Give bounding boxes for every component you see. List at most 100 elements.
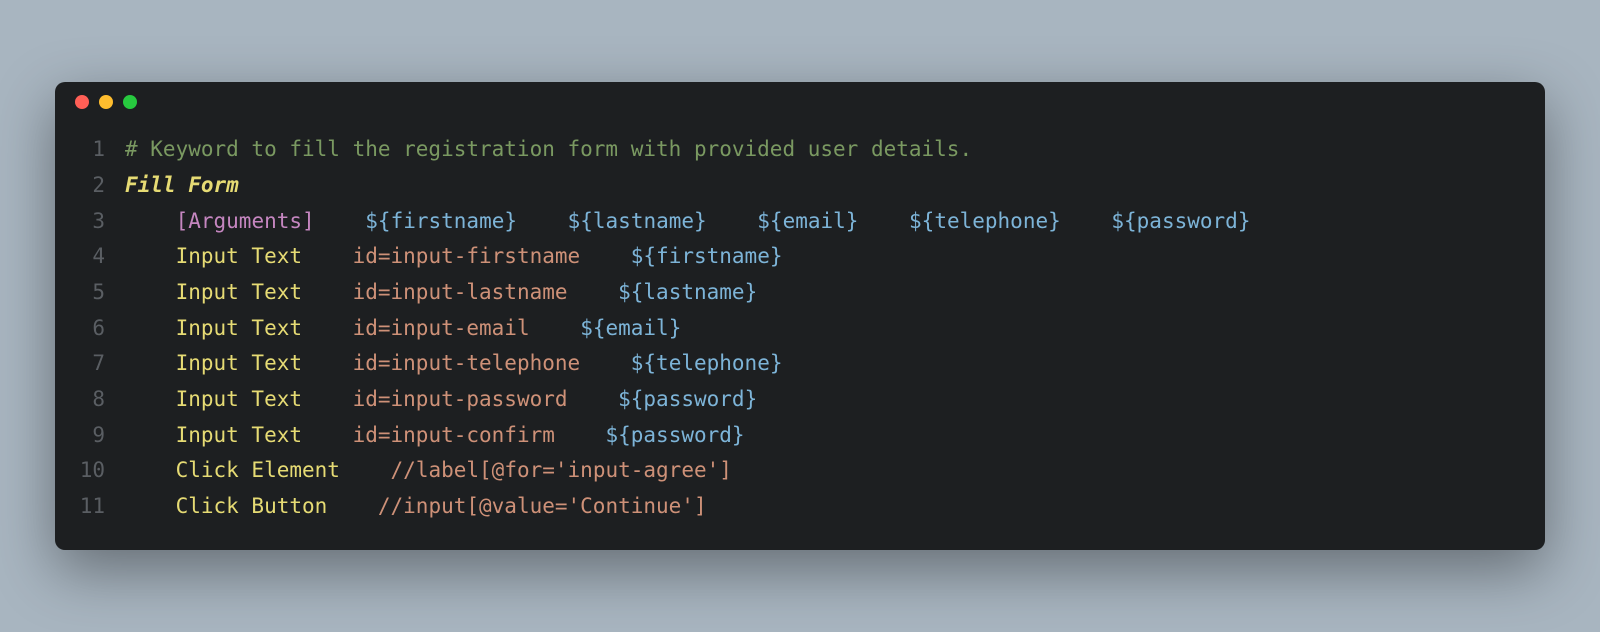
line-content: Input Text id=input-password ${password}: [125, 382, 1525, 418]
code-token: ${: [618, 280, 643, 304]
code-token: [: [176, 209, 189, 233]
code-window: 1# Keyword to fill the registration form…: [55, 82, 1545, 550]
line-content: [Arguments] ${firstname} ${lastname} ${e…: [125, 204, 1525, 240]
code-token: password: [643, 387, 744, 411]
minimize-icon[interactable]: [99, 95, 113, 109]
code-token: ${: [909, 209, 934, 233]
code-token: }: [504, 209, 517, 233]
close-icon[interactable]: [75, 95, 89, 109]
code-token: Input Text: [176, 351, 302, 375]
code-line: 3 [Arguments] ${firstname} ${lastname} $…: [75, 204, 1525, 240]
line-content: # Keyword to fill the registration form …: [125, 132, 1525, 168]
line-number: 1: [75, 132, 125, 168]
code-token: }: [745, 387, 758, 411]
maximize-icon[interactable]: [123, 95, 137, 109]
code-token: ${: [605, 423, 630, 447]
code-token: //label[@for='input-agree']: [391, 458, 732, 482]
code-token: telephone: [934, 209, 1048, 233]
code-token: Click Button: [176, 494, 328, 518]
window-title-bar: [55, 82, 1545, 122]
code-token: [125, 387, 176, 411]
code-token: [580, 351, 631, 375]
code-token: ${: [757, 209, 782, 233]
code-token: ${: [618, 387, 643, 411]
line-number: 3: [75, 204, 125, 240]
code-token: [125, 316, 176, 340]
code-token: Input Text: [176, 423, 302, 447]
code-token: [340, 458, 391, 482]
line-number: 2: [75, 168, 125, 204]
code-token: }: [770, 351, 783, 375]
line-content: Click Element //label[@for='input-agree'…: [125, 453, 1525, 489]
code-line: 8 Input Text id=input-password ${passwor…: [75, 382, 1525, 418]
code-token: }: [770, 244, 783, 268]
code-token: [707, 209, 758, 233]
line-content: Input Text id=input-firstname ${firstnam…: [125, 239, 1525, 275]
code-line: 4 Input Text id=input-firstname ${firstn…: [75, 239, 1525, 275]
code-token: [555, 423, 606, 447]
code-token: }: [846, 209, 859, 233]
code-token: id=input-telephone: [353, 351, 581, 375]
code-token: id=input-firstname: [353, 244, 581, 268]
code-line: 9 Input Text id=input-confirm ${password…: [75, 418, 1525, 454]
code-editor[interactable]: 1# Keyword to fill the registration form…: [55, 122, 1545, 550]
code-token: Input Text: [176, 280, 302, 304]
line-content: Input Text id=input-lastname ${lastname}: [125, 275, 1525, 311]
line-number: 5: [75, 275, 125, 311]
code-token: id=input-confirm: [353, 423, 555, 447]
code-token: [125, 423, 176, 447]
code-token: //input[@value='Continue']: [378, 494, 707, 518]
code-token: Fill Form: [125, 173, 239, 197]
code-token: ${: [365, 209, 390, 233]
code-token: [302, 423, 353, 447]
code-token: ${: [580, 316, 605, 340]
line-number: 8: [75, 382, 125, 418]
line-content: Input Text id=input-confirm ${password}: [125, 418, 1525, 454]
code-token: }: [732, 423, 745, 447]
code-token: [125, 209, 176, 233]
code-token: [568, 387, 619, 411]
code-token: Input Text: [176, 316, 302, 340]
code-token: [568, 280, 619, 304]
line-number: 6: [75, 311, 125, 347]
code-token: ${: [631, 351, 656, 375]
code-token: [302, 351, 353, 375]
code-token: [125, 351, 176, 375]
code-token: # Keyword to fill the registration form …: [125, 137, 972, 161]
code-token: Click Element: [176, 458, 340, 482]
code-token: [125, 280, 176, 304]
code-token: [315, 209, 366, 233]
code-token: [125, 494, 176, 518]
code-token: ${: [631, 244, 656, 268]
line-number: 9: [75, 418, 125, 454]
line-number: 11: [75, 489, 125, 525]
code-token: firstname: [391, 209, 505, 233]
code-token: [517, 209, 568, 233]
code-line: 1# Keyword to fill the registration form…: [75, 132, 1525, 168]
code-token: ${: [568, 209, 593, 233]
code-token: password: [1137, 209, 1238, 233]
code-token: [302, 244, 353, 268]
line-content: Input Text id=input-telephone ${telephon…: [125, 346, 1525, 382]
code-token: }: [694, 209, 707, 233]
code-token: email: [783, 209, 846, 233]
code-token: [1061, 209, 1112, 233]
code-token: id=input-email: [353, 316, 530, 340]
code-token: [302, 387, 353, 411]
line-content: Input Text id=input-email ${email}: [125, 311, 1525, 347]
code-token: [858, 209, 909, 233]
code-token: [530, 316, 581, 340]
line-content: Fill Form: [125, 168, 1525, 204]
code-line: 11 Click Button //input[@value='Continue…: [75, 489, 1525, 525]
code-token: Input Text: [176, 387, 302, 411]
code-token: ${: [1111, 209, 1136, 233]
code-line: 6 Input Text id=input-email ${email}: [75, 311, 1525, 347]
code-token: }: [1048, 209, 1061, 233]
code-token: [302, 280, 353, 304]
code-token: ]: [302, 209, 315, 233]
code-line: 7 Input Text id=input-telephone ${teleph…: [75, 346, 1525, 382]
line-content: Click Button //input[@value='Continue']: [125, 489, 1525, 525]
code-token: [302, 316, 353, 340]
code-token: }: [669, 316, 682, 340]
code-token: }: [1238, 209, 1251, 233]
